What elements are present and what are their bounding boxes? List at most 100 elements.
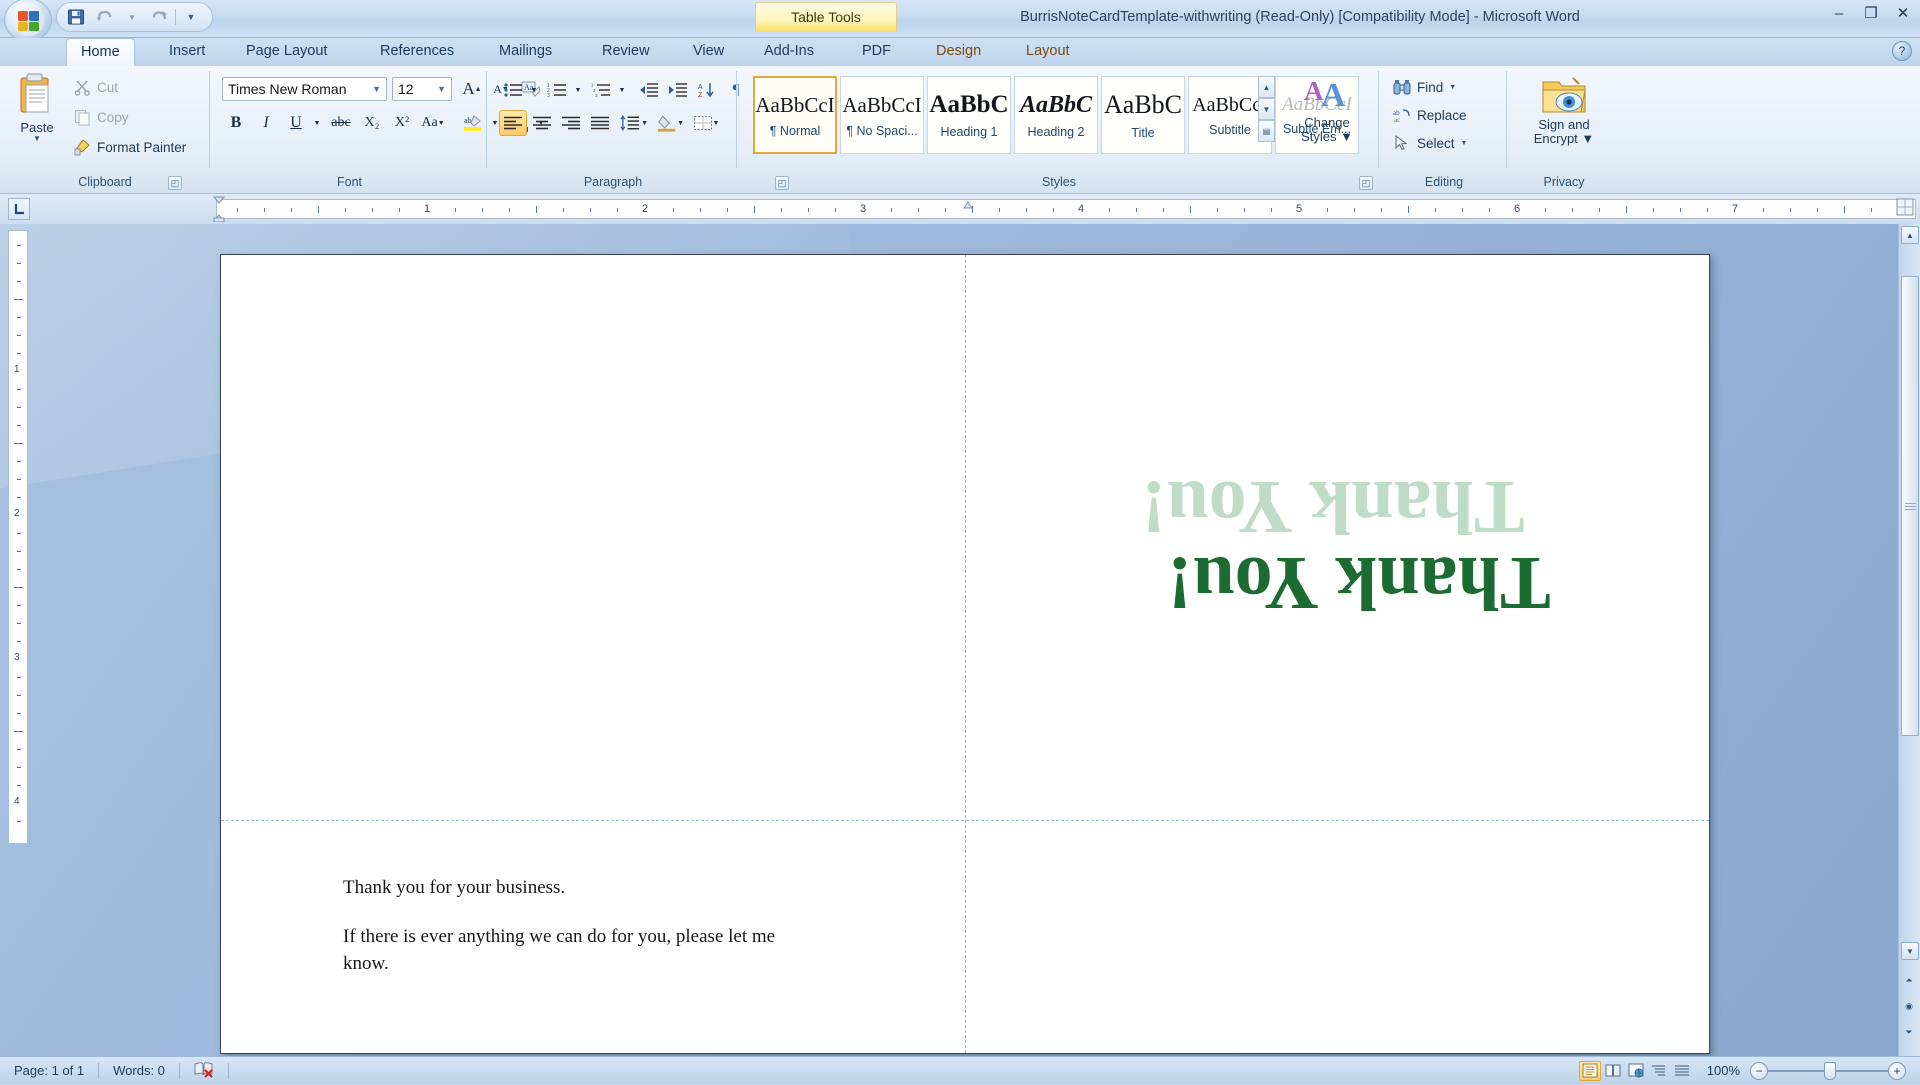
undo-icon[interactable] — [91, 5, 117, 29]
bold-button[interactable]: B — [222, 110, 250, 136]
restore-button[interactable]: ❐ — [1858, 2, 1884, 24]
styles-more-icon[interactable]: ▤ — [1258, 120, 1275, 142]
style-title[interactable]: AaBbC Title — [1101, 76, 1185, 154]
ruler-toggle-icon[interactable] — [1896, 198, 1916, 218]
zoom-out-button[interactable]: − — [1750, 1062, 1768, 1080]
outline-view-button[interactable] — [1648, 1061, 1670, 1081]
save-icon[interactable] — [63, 5, 89, 29]
style-heading-2[interactable]: AaBbC Heading 2 — [1014, 76, 1098, 154]
tab-home[interactable]: Home — [66, 38, 135, 66]
zoom-slider-thumb[interactable] — [1824, 1062, 1836, 1080]
font-size-combo[interactable]: 12 ▼ — [392, 77, 452, 101]
paste-button[interactable]: Paste ▼ — [8, 72, 66, 166]
word-count[interactable]: Words: 0 — [99, 1060, 179, 1082]
styles-scroll-up-icon[interactable]: ▲ — [1258, 76, 1275, 98]
numbering-dropdown-icon[interactable]: ▼ — [571, 77, 585, 103]
full-screen-reading-view-button[interactable] — [1602, 1061, 1624, 1081]
tab-view[interactable]: View — [679, 38, 738, 66]
find-button[interactable]: Find ▼ — [1389, 74, 1460, 100]
tab-pdf[interactable]: PDF — [848, 38, 905, 66]
bullets-dropdown-icon[interactable]: ▼ — [527, 77, 541, 103]
align-center-button[interactable] — [528, 110, 556, 136]
tab-stop-selector-icon[interactable] — [8, 198, 30, 220]
change-case-button[interactable]: Aa▼ — [418, 110, 448, 136]
justify-button[interactable] — [586, 110, 614, 136]
numbering-button[interactable]: 123 — [543, 77, 571, 103]
vertical-ruler[interactable]: 1 2 3 4 — [8, 230, 28, 844]
office-button[interactable] — [4, 0, 52, 42]
multilevel-list-button[interactable]: 123 — [587, 77, 615, 103]
tab-insert[interactable]: Insert — [155, 38, 219, 66]
zoom-in-button[interactable]: + — [1888, 1062, 1906, 1080]
tab-layout[interactable]: Layout — [1012, 38, 1084, 66]
increase-indent-button[interactable] — [664, 77, 692, 103]
tab-review[interactable]: Review — [588, 38, 664, 66]
copy-button[interactable]: Copy — [70, 104, 133, 130]
tab-mailings[interactable]: Mailings — [485, 38, 566, 66]
draft-view-button[interactable] — [1671, 1061, 1693, 1081]
right-indent-marker[interactable] — [963, 201, 973, 217]
undo-dropdown-icon[interactable]: ▼ — [119, 5, 145, 29]
multilevel-dropdown-icon[interactable]: ▼ — [615, 77, 629, 103]
document-canvas[interactable]: Thank You! Thank You! Thank you for your… — [0, 224, 1920, 1056]
zoom-slider[interactable] — [1768, 1062, 1888, 1080]
minimize-button[interactable]: – — [1826, 2, 1852, 24]
clipboard-dialog-launcher[interactable]: ◰ — [168, 176, 182, 190]
select-button[interactable]: Select ▼ — [1389, 130, 1471, 156]
align-right-button[interactable] — [557, 110, 585, 136]
align-left-button[interactable] — [499, 110, 527, 136]
horizontal-ruler[interactable]: 1 2 3 4 5 6 7 — [0, 194, 1920, 224]
close-button[interactable]: ✕ — [1890, 2, 1916, 24]
card-inside-text[interactable]: Thank you for your business. If there is… — [343, 875, 823, 978]
replace-button[interactable]: abac Replace — [1389, 102, 1471, 128]
styles-scroll-down-icon[interactable]: ▼ — [1258, 98, 1275, 120]
scroll-up-icon[interactable]: ▲ — [1901, 226, 1919, 244]
scroll-down-icon[interactable]: ▼ — [1901, 942, 1919, 960]
select-browse-object-icon[interactable]: ◉ — [1899, 996, 1919, 1016]
cut-button[interactable]: Cut — [70, 74, 122, 100]
customize-qat-icon[interactable]: ▼ — [178, 5, 204, 29]
left-indent-marker[interactable] — [212, 196, 226, 222]
underline-dropdown-icon[interactable]: ▼ — [310, 110, 324, 136]
italic-button[interactable]: I — [252, 110, 280, 136]
tab-page-layout[interactable]: Page Layout — [232, 38, 341, 66]
grow-font-button[interactable]: A▲ — [459, 77, 485, 101]
redo-icon[interactable] — [147, 5, 173, 29]
vertical-scrollbar[interactable]: ▲ ▼ ⏶ ◉ ⏷ — [1898, 224, 1920, 1056]
subscript-button[interactable]: X₂ — [358, 110, 386, 136]
ruler-track[interactable]: 1 2 3 4 5 6 7 — [216, 199, 1916, 219]
proofing-errors-icon[interactable] — [180, 1060, 228, 1082]
previous-page-icon[interactable]: ⏶ — [1899, 970, 1919, 990]
scrollbar-thumb[interactable] — [1901, 276, 1919, 736]
status-bar: Page: 1 of 1 Words: 0 100% − + — [0, 1056, 1920, 1084]
web-layout-view-button[interactable] — [1625, 1061, 1647, 1081]
text-highlight-button[interactable]: ab — [458, 110, 488, 136]
find-label: Find — [1417, 80, 1443, 95]
zoom-level[interactable]: 100% — [1707, 1060, 1750, 1082]
sort-button[interactable]: AZ — [693, 77, 721, 103]
format-painter-button[interactable]: Format Painter — [70, 134, 190, 160]
print-layout-view-button[interactable] — [1579, 1061, 1601, 1081]
thank-you-text[interactable]: Thank You! — [1167, 545, 1551, 621]
page-indicator[interactable]: Page: 1 of 1 — [0, 1060, 98, 1082]
tab-add-ins[interactable]: Add-Ins — [750, 38, 828, 66]
underline-button[interactable]: U — [282, 110, 310, 136]
line-spacing-button[interactable]: ▼ — [619, 110, 649, 136]
sign-and-encrypt-button[interactable]: Sign and Encrypt ▼ — [1515, 72, 1613, 168]
style-normal[interactable]: AaBbCcI ¶ Normal — [753, 76, 837, 154]
superscript-button[interactable]: X² — [388, 110, 416, 136]
decrease-indent-button[interactable] — [635, 77, 663, 103]
font-name-combo[interactable]: Times New Roman ▼ — [222, 77, 387, 101]
change-styles-button[interactable]: A A Change Styles ▼ — [1285, 74, 1369, 166]
strikethrough-button[interactable]: abc — [326, 110, 356, 136]
next-page-icon[interactable]: ⏷ — [1899, 1022, 1919, 1042]
help-icon[interactable]: ? — [1892, 41, 1912, 61]
style-no-spacing[interactable]: AaBbCcI ¶ No Spaci... — [840, 76, 924, 154]
shading-button[interactable]: ▼ — [655, 110, 685, 136]
style-heading-1[interactable]: AaBbC Heading 1 — [927, 76, 1011, 154]
tab-design[interactable]: Design — [922, 38, 995, 66]
bullets-button[interactable] — [499, 77, 527, 103]
tab-references[interactable]: References — [366, 38, 468, 66]
document-page[interactable]: Thank You! Thank You! Thank you for your… — [220, 254, 1710, 1054]
borders-button[interactable]: ▼ — [691, 110, 721, 136]
